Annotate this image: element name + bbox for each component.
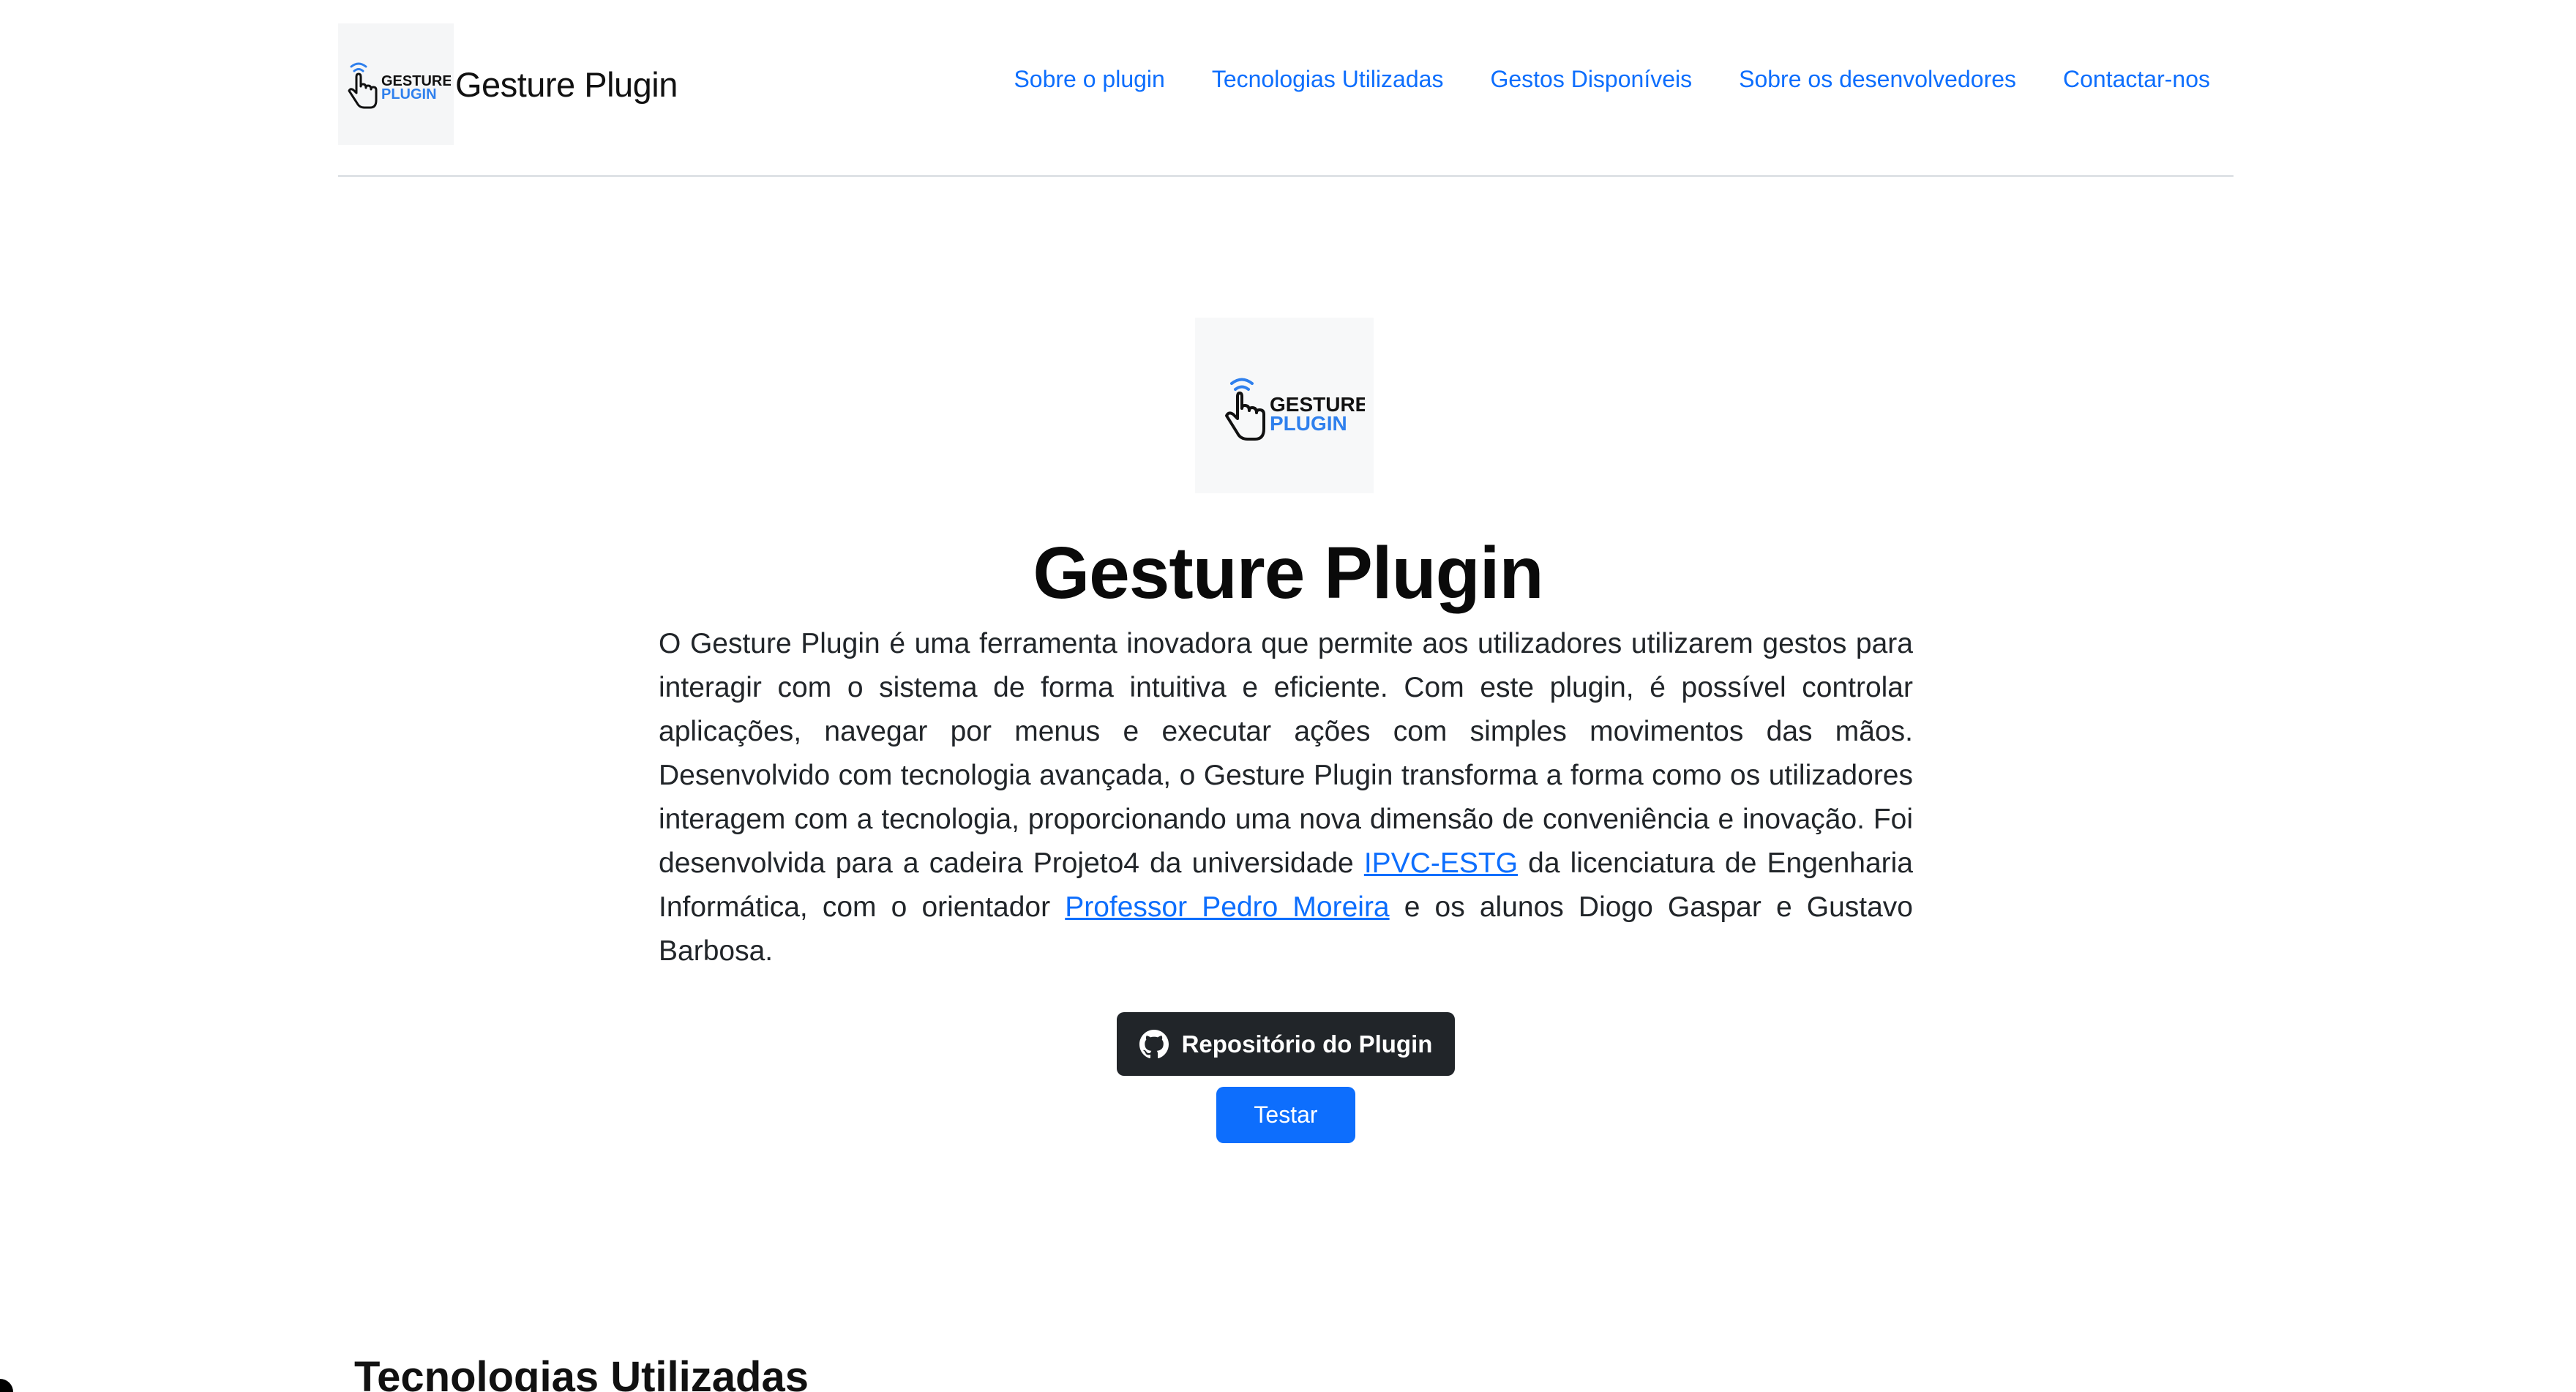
nav-item-desenvolvedores[interactable]: Sobre os desenvolvedores — [1739, 66, 2016, 93]
hand-pointer-gesture-icon: GESTURE PLUGIN — [1225, 378, 1365, 441]
brand-logo: GESTURE PLUGIN — [338, 23, 454, 145]
hero-title: Gesture Plugin — [1033, 532, 1543, 614]
nav-item-sobre-plugin[interactable]: Sobre o plugin — [1014, 66, 1164, 93]
hero-logo-text-bottom: PLUGIN — [1270, 412, 1347, 435]
hero-description-part1: O Gesture Plugin é uma ferramenta inovad… — [659, 628, 1913, 879]
nav-item-gestos[interactable]: Gestos Disponíveis — [1490, 66, 1692, 93]
hand-pointer-gesture-icon: GESTURE PLUGIN — [348, 62, 451, 109]
test-button[interactable]: Testar — [1216, 1087, 1355, 1143]
repository-button-label: Repositório do Plugin — [1181, 1030, 1433, 1058]
link-ipvc-estg[interactable]: IPVC-ESTG — [1364, 847, 1518, 879]
github-icon — [1139, 1029, 1169, 1058]
link-professor-pedro-moreira[interactable]: Professor Pedro Moreira — [1065, 891, 1389, 923]
hero-description: O Gesture Plugin é uma ferramenta inovad… — [659, 622, 1913, 973]
page: GESTURE PLUGIN Gesture Plugin Sobre o pl… — [0, 0, 2576, 1392]
repository-button[interactable]: Repositório do Plugin — [1117, 1012, 1455, 1076]
logo-text-bottom: PLUGIN — [381, 86, 437, 102]
window-corner — [0, 1379, 13, 1392]
hero-logo: GESTURE PLUGIN — [1195, 318, 1374, 493]
test-button-label: Testar — [1254, 1101, 1318, 1128]
nav-links: Sobre o plugin Tecnologias Utilizadas Ge… — [1014, 66, 2210, 93]
nav-item-tecnologias[interactable]: Tecnologias Utilizadas — [1212, 66, 1444, 93]
nav-item-contactar[interactable]: Contactar-nos — [2063, 66, 2210, 93]
section-title-tecnologias: Tecnologias Utilizadas — [354, 1353, 809, 1392]
navbar: GESTURE PLUGIN Gesture Plugin Sobre o pl… — [338, 23, 2234, 177]
brand-link[interactable]: GESTURE PLUGIN Gesture Plugin — [338, 23, 678, 145]
brand-name: Gesture Plugin — [455, 64, 678, 104]
